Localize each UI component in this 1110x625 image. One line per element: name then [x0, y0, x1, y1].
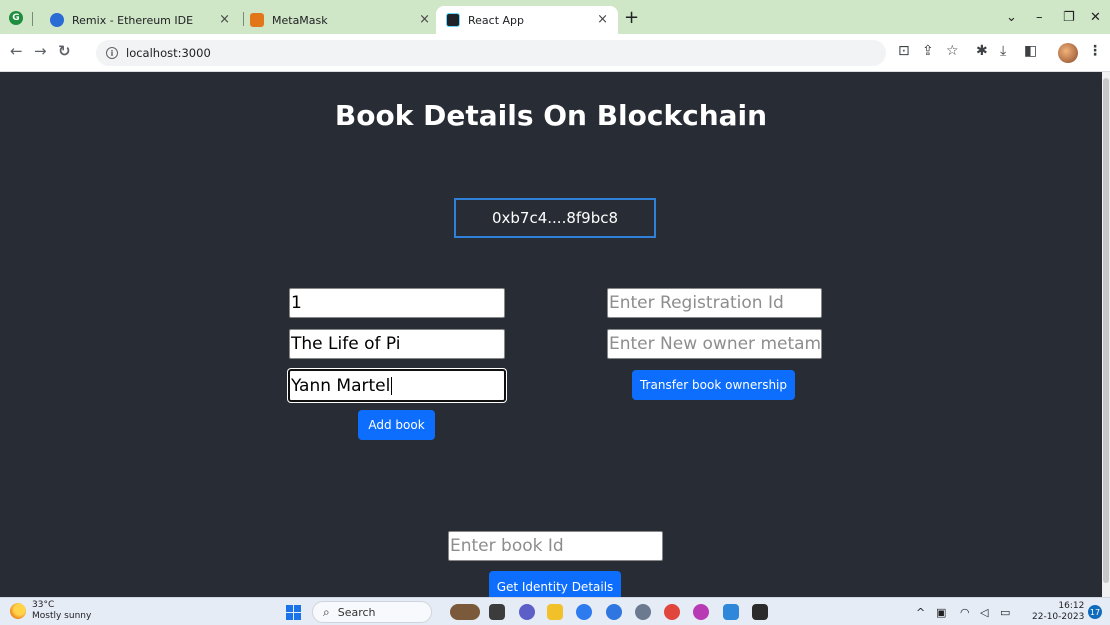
tab-strip: G Remix - Ethereum IDE × MetaMask × Reac…	[0, 0, 1110, 34]
system-clock[interactable]: 16:12 22-10-2023	[1032, 601, 1084, 623]
capybara-widget-icon[interactable]	[450, 604, 480, 620]
windows-start-icon[interactable]	[286, 605, 301, 620]
new-owner-address-input[interactable]: Enter New owner metamask address	[607, 329, 822, 359]
react-icon	[446, 13, 460, 27]
settings-gear-icon[interactable]	[635, 604, 651, 620]
tab-remix[interactable]: Remix - Ethereum IDE ×	[50, 6, 240, 34]
telegram-icon[interactable]	[606, 604, 622, 620]
close-tab-icon[interactable]: ×	[419, 12, 430, 27]
tab-title: MetaMask	[272, 13, 328, 27]
share-icon[interactable]: ⇪	[922, 43, 934, 59]
search-icon: ⌕	[323, 604, 330, 619]
tab-title: React App	[468, 13, 525, 27]
scrollbar-thumb[interactable]	[1103, 78, 1109, 583]
add-book-button[interactable]: Add book	[358, 410, 435, 440]
close-window-icon[interactable]: ✕	[1090, 10, 1101, 25]
site-info-icon[interactable]: i	[106, 47, 118, 59]
temperature: 33°C	[32, 600, 55, 610]
tab-react-app[interactable]: React App ×	[436, 6, 618, 34]
chrome-icon[interactable]	[664, 604, 680, 620]
new-owner-placeholder: Enter New owner metamask address	[609, 334, 822, 354]
taskbar-search[interactable]: ⌕ Search	[312, 601, 432, 623]
page-scrollbar[interactable]	[1102, 72, 1110, 597]
menu-kebab-icon[interactable]: ⋮	[1088, 43, 1102, 59]
close-tab-icon[interactable]: ×	[219, 12, 230, 27]
weather-condition: Mostly sunny	[32, 611, 92, 621]
author-input[interactable]: Yann Martel	[288, 369, 506, 402]
text-caret	[391, 376, 393, 395]
reload-icon[interactable]: ↻	[58, 42, 71, 60]
vscode-icon[interactable]	[723, 604, 739, 620]
registration-id-placeholder: Enter Registration Id	[609, 293, 784, 313]
notification-badge[interactable]: 17	[1088, 605, 1102, 619]
tab-search-chevron-icon[interactable]: ⌄	[1006, 10, 1017, 25]
registration-id-input[interactable]: Enter Registration Id	[607, 288, 822, 318]
book-id-input[interactable]: 1	[289, 288, 505, 318]
profile-avatar[interactable]	[1058, 43, 1078, 63]
file-explorer-icon[interactable]	[547, 604, 563, 620]
book-name-input[interactable]: The Life of Pi	[289, 329, 505, 359]
tab-title: Remix - Ethereum IDE	[72, 13, 194, 27]
browser-toolbar: ← → ↻ i localhost:3000 ⊡ ⇪ ☆ ✱ ⤓ ◧ ⋮	[0, 34, 1110, 72]
search-label: Search	[337, 605, 376, 619]
new-tab-button[interactable]: +	[624, 9, 639, 27]
battery-icon[interactable]: ▭	[1000, 606, 1010, 619]
transfer-ownership-button[interactable]: Transfer book ownership	[632, 370, 795, 400]
clock-date: 22-10-2023	[1032, 612, 1085, 622]
app-page: Book Details On Blockchain 0xb7c4....8f9…	[0, 72, 1102, 597]
windows-taskbar: 33°C Mostly sunny ⌕ Search ^ ▣ ◠ ◁ ▭ 16:…	[0, 597, 1110, 625]
wifi-icon[interactable]: ◠	[960, 606, 970, 619]
bookmark-star-icon[interactable]: ☆	[946, 43, 959, 59]
remix-icon	[50, 13, 64, 27]
downloads-icon[interactable]: ⤓	[1000, 43, 1006, 59]
author-value: Yann Martel	[291, 375, 391, 396]
url-text: localhost:3000	[126, 46, 211, 60]
metamask-fox-icon	[250, 13, 264, 27]
install-app-icon[interactable]: ⊡	[898, 43, 910, 59]
tab-metamask[interactable]: MetaMask ×	[250, 6, 440, 34]
lookup-book-id-input[interactable]: Enter book Id	[448, 531, 663, 561]
close-tab-icon[interactable]: ×	[597, 12, 608, 27]
forward-icon[interactable]: →	[34, 42, 47, 60]
tray-overflow-chevron-icon[interactable]: ^	[916, 606, 925, 619]
minimize-icon[interactable]: –	[1036, 10, 1043, 25]
chat-icon[interactable]	[519, 604, 535, 620]
tray-app-icon[interactable]: ▣	[936, 606, 946, 619]
extensions-puzzle-icon[interactable]: ✱	[976, 43, 988, 59]
terminal-icon[interactable]	[752, 604, 768, 620]
book-id-value: 1	[291, 293, 302, 313]
connected-account-address: 0xb7c4....8f9bc8	[454, 198, 656, 238]
page-title: Book Details On Blockchain	[334, 99, 768, 132]
tab-separator	[32, 12, 33, 26]
wps-office-icon[interactable]	[693, 604, 709, 620]
restore-icon[interactable]: ❐	[1063, 10, 1075, 25]
profile-badge-icon[interactable]: G	[9, 11, 23, 25]
task-view-icon[interactable]	[489, 604, 505, 620]
tab-separator	[243, 12, 244, 26]
back-icon[interactable]: ←	[10, 42, 23, 60]
edge-icon[interactable]	[576, 604, 592, 620]
get-identity-details-button[interactable]: Get Identity Details	[489, 571, 621, 597]
weather-sun-icon[interactable]	[10, 603, 26, 619]
lookup-book-id-placeholder: Enter book Id	[450, 536, 564, 556]
weather-widget[interactable]: 33°C Mostly sunny	[32, 600, 91, 622]
volume-icon[interactable]: ◁	[980, 606, 988, 619]
address-bar[interactable]: i localhost:3000	[96, 40, 886, 66]
clock-time: 16:12	[1058, 601, 1085, 611]
side-panel-icon[interactable]: ◧	[1024, 43, 1037, 59]
book-name-value: The Life of Pi	[291, 334, 401, 354]
